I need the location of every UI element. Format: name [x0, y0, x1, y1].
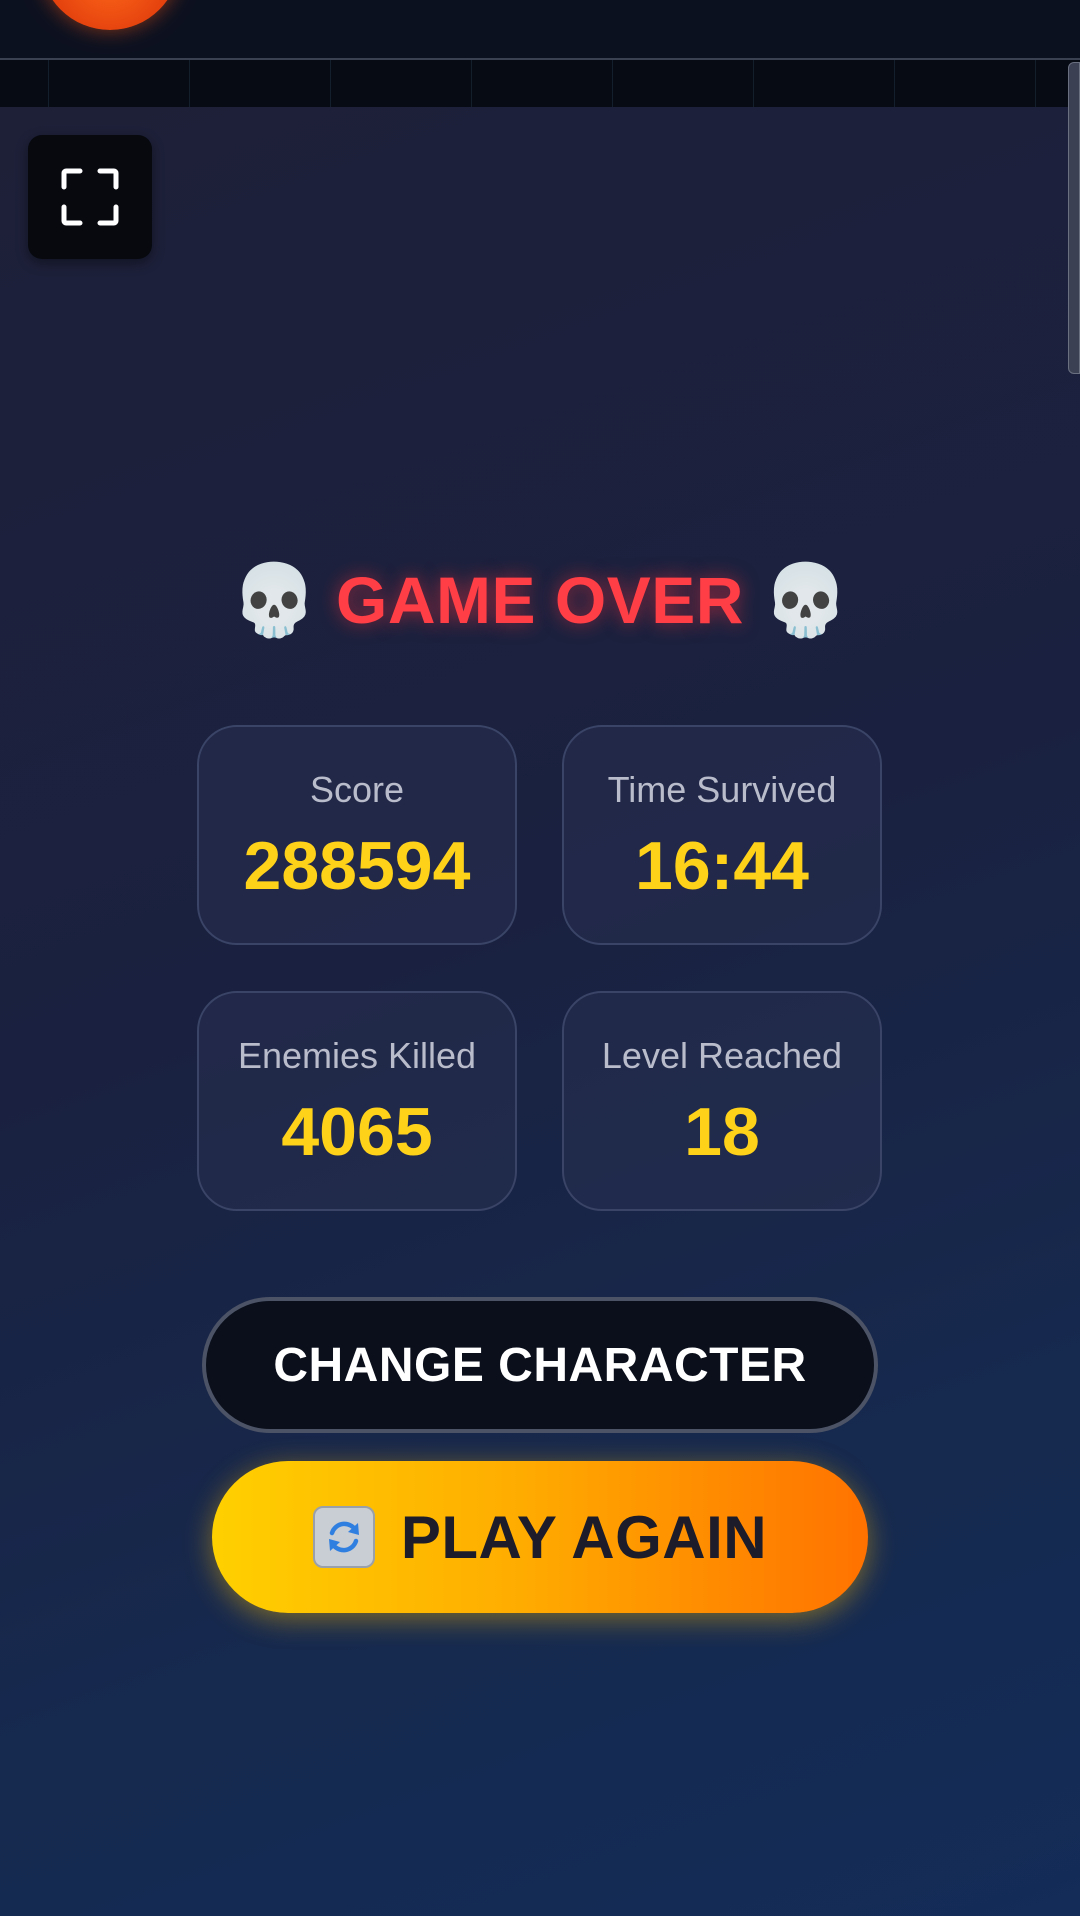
stat-value: 288594 [243, 828, 471, 904]
stat-label: Level Reached [601, 1035, 843, 1076]
top-bar [0, 0, 1080, 60]
change-character-label: CHANGE CHARACTER [273, 1338, 807, 1392]
skull-icon: 💀 [230, 559, 319, 641]
stat-card-enemies-killed: Enemies Killed 4065 [197, 991, 517, 1211]
stat-value: 18 [684, 1094, 760, 1170]
skull-icon: 💀 [761, 559, 850, 641]
stat-label: Enemies Killed [237, 1035, 477, 1076]
game-over-screen [0, 107, 1080, 1916]
sun-orb [40, 0, 180, 30]
refresh-icon [312, 1506, 375, 1568]
scrollbar[interactable] [1068, 62, 1080, 374]
change-character-button[interactable]: CHANGE CHARACTER [202, 1297, 878, 1433]
stat-card-level-reached: Level Reached 18 [562, 991, 882, 1211]
play-again-label: PLAY AGAIN [400, 1503, 768, 1571]
fullscreen-icon [61, 168, 119, 226]
stat-card-time-survived: Time Survived 16:44 [562, 725, 882, 945]
play-again-button[interactable]: PLAY AGAIN [212, 1461, 868, 1613]
stat-value: 4065 [281, 1094, 433, 1170]
stat-label: Time Survived [607, 769, 837, 810]
stat-value: 16:44 [635, 828, 809, 904]
grid-strip [0, 60, 1080, 107]
fullscreen-button[interactable] [28, 135, 152, 259]
game-over-text: GAME OVER [336, 563, 744, 637]
game-over-title: 💀 GAME OVER 💀 [0, 555, 1080, 645]
stat-label: Score [309, 769, 405, 810]
stat-card-score: Score 288594 [197, 725, 517, 945]
